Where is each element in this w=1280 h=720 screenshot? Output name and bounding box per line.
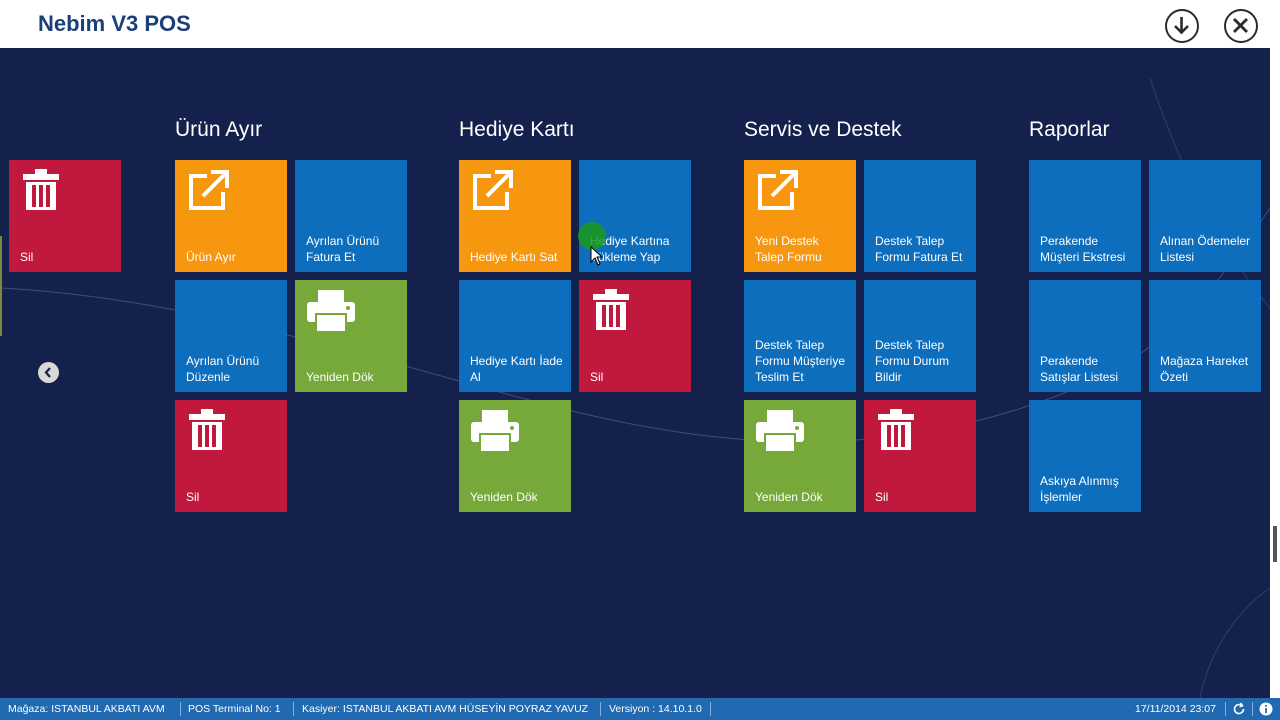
tile-label: Sil [875,490,889,504]
tile-urun-ayir[interactable]: Ürün Ayır [175,160,287,272]
tile-ayrilan-urunu-fatura-et[interactable]: Ayrılan Ürünü Fatura Et [295,160,407,272]
scroll-thumb[interactable] [1273,526,1277,562]
external-link-icon [473,170,513,210]
group-title-servis-destek: Servis ve Destek [744,118,902,141]
tile-label: Sil [186,490,200,504]
vertical-scrollbar[interactable] [1270,48,1280,698]
printer-icon [471,410,519,453]
tile-label: Yeniden Dök [755,490,823,504]
tile-label: Yeniden Dök [470,490,538,504]
group-title-urun-ayir: Ürün Ayır [175,118,263,141]
status-bar: Mağaza: ISTANBUL AKBATI AVM POS Terminal… [0,698,1280,720]
tile-label: Hediye Kartı İade Al [470,354,563,384]
group-title-raporlar: Raporlar [1029,118,1110,141]
mouse-cursor-icon [590,246,604,266]
tile-yeniden-dok-servis[interactable]: Yeniden Dök [744,400,856,512]
status-divider [710,702,711,716]
tile-label: Destek Talep Formu Fatura Et [875,234,963,264]
external-link-icon [758,170,798,210]
trash-icon [189,409,225,450]
tile-yeniden-dok-urun[interactable]: Yeniden Dök [295,280,407,392]
download-button[interactable] [1165,9,1199,43]
tile-label: Ayrılan Ürünü Fatura Et [306,234,380,264]
status-terminal: POS Terminal No: 1 [188,703,281,715]
status-versiyon: Versiyon : 14.10.1.0 [609,703,702,715]
close-circle-icon [1233,18,1248,33]
tile-hediye-karti-sat[interactable]: Hediye Kartı Sat [459,160,571,272]
chevron-left-icon [44,367,51,378]
status-divider [293,702,294,716]
tile-label: Hediye Kartı Sat [470,250,558,264]
tile-label: Yeni Destek Talep Formu [755,234,822,264]
tile-alinan-odemeler-listesi[interactable]: Alınan Ödemeler Listesi [1149,160,1261,272]
trash-icon [878,409,914,450]
status-kasiyer: Kasiyer: ISTANBUL AKBATI AVM HÜSEYİN POY… [302,703,589,715]
tile-sil-servis[interactable]: Sil [864,400,976,512]
tile-perakende-satislar-listesi[interactable]: Perakende Satışlar Listesi [1029,280,1141,392]
tile-offscreen-sil[interactable]: Sil [9,160,121,272]
tile-magaza-hareket-ozeti[interactable]: Mağaza Hareket Özeti [1149,280,1261,392]
tile-label: Perakende Müşteri Ekstresi [1040,234,1126,264]
tile-label: Ürün Ayır [186,250,236,264]
tile-label: Alınan Ödemeler Listesi [1160,234,1251,264]
tile-sil-urun[interactable]: Sil [175,400,287,512]
tile-destek-talep-teslim-et[interactable]: Destek Talep Formu Müşteriye Teslim Et [744,280,856,392]
download-circle-icon [1174,17,1189,35]
tile-perakende-musteri-ekstresi[interactable]: Perakende Müşteri Ekstresi [1029,160,1141,272]
tile-label: Sil [590,370,604,384]
trash-icon [593,289,629,330]
status-divider [600,702,601,716]
tile-label: Perakende Satışlar Listesi [1040,354,1119,384]
close-button[interactable] [1224,9,1258,43]
status-divider [1252,702,1253,716]
tile-sil-hediye[interactable]: Sil [579,280,691,392]
printer-icon [756,410,804,453]
tile-label: Ayrılan Ürünü Düzenle [186,354,260,384]
title-bar: Nebim V3 POS [0,0,1280,48]
external-link-icon [189,170,229,210]
status-datetime: 17/11/2014 23:07 [1135,703,1216,715]
tile-label: Destek Talep Formu Müşteriye Teslim Et [755,338,846,384]
refresh-icon[interactable] [1232,702,1246,716]
tile-destek-talep-durum-bildir[interactable]: Destek Talep Formu Durum Bildir [864,280,976,392]
scroll-left-button[interactable] [38,362,59,383]
tile-label: Destek Talep Formu Durum Bildir [875,338,950,384]
tile-label: Yeniden Dök [306,370,374,384]
status-divider [1225,702,1226,716]
printer-icon [307,290,355,333]
tile-label: Sil [20,250,34,264]
tile-yeniden-dok-hediye[interactable]: Yeniden Dök [459,400,571,512]
status-magaza: Mağaza: ISTANBUL AKBATI AVM [8,703,165,715]
app-title: Nebim V3 POS [38,11,191,36]
tile-label: Askıya Alınmış İşlemler [1040,474,1119,504]
tile-label: Mağaza Hareket Özeti [1160,354,1249,384]
info-icon[interactable] [1259,702,1273,716]
tile-hediye-karti-iade-al[interactable]: Hediye Kartı İade Al [459,280,571,392]
trash-icon [23,169,59,210]
tile-destek-talep-fatura-et[interactable]: Destek Talep Formu Fatura Et [864,160,976,272]
status-divider [180,702,181,716]
tile-yeni-destek-talep-formu[interactable]: Yeni Destek Talep Formu [744,160,856,272]
tile-askiya-alinmis-islemler[interactable]: Askıya Alınmış İşlemler [1029,400,1141,512]
left-accent-line [0,236,2,336]
group-title-hediye-karti: Hediye Kartı [459,118,575,141]
tile-ayrilan-urunu-duzenle[interactable]: Ayrılan Ürünü Düzenle [175,280,287,392]
